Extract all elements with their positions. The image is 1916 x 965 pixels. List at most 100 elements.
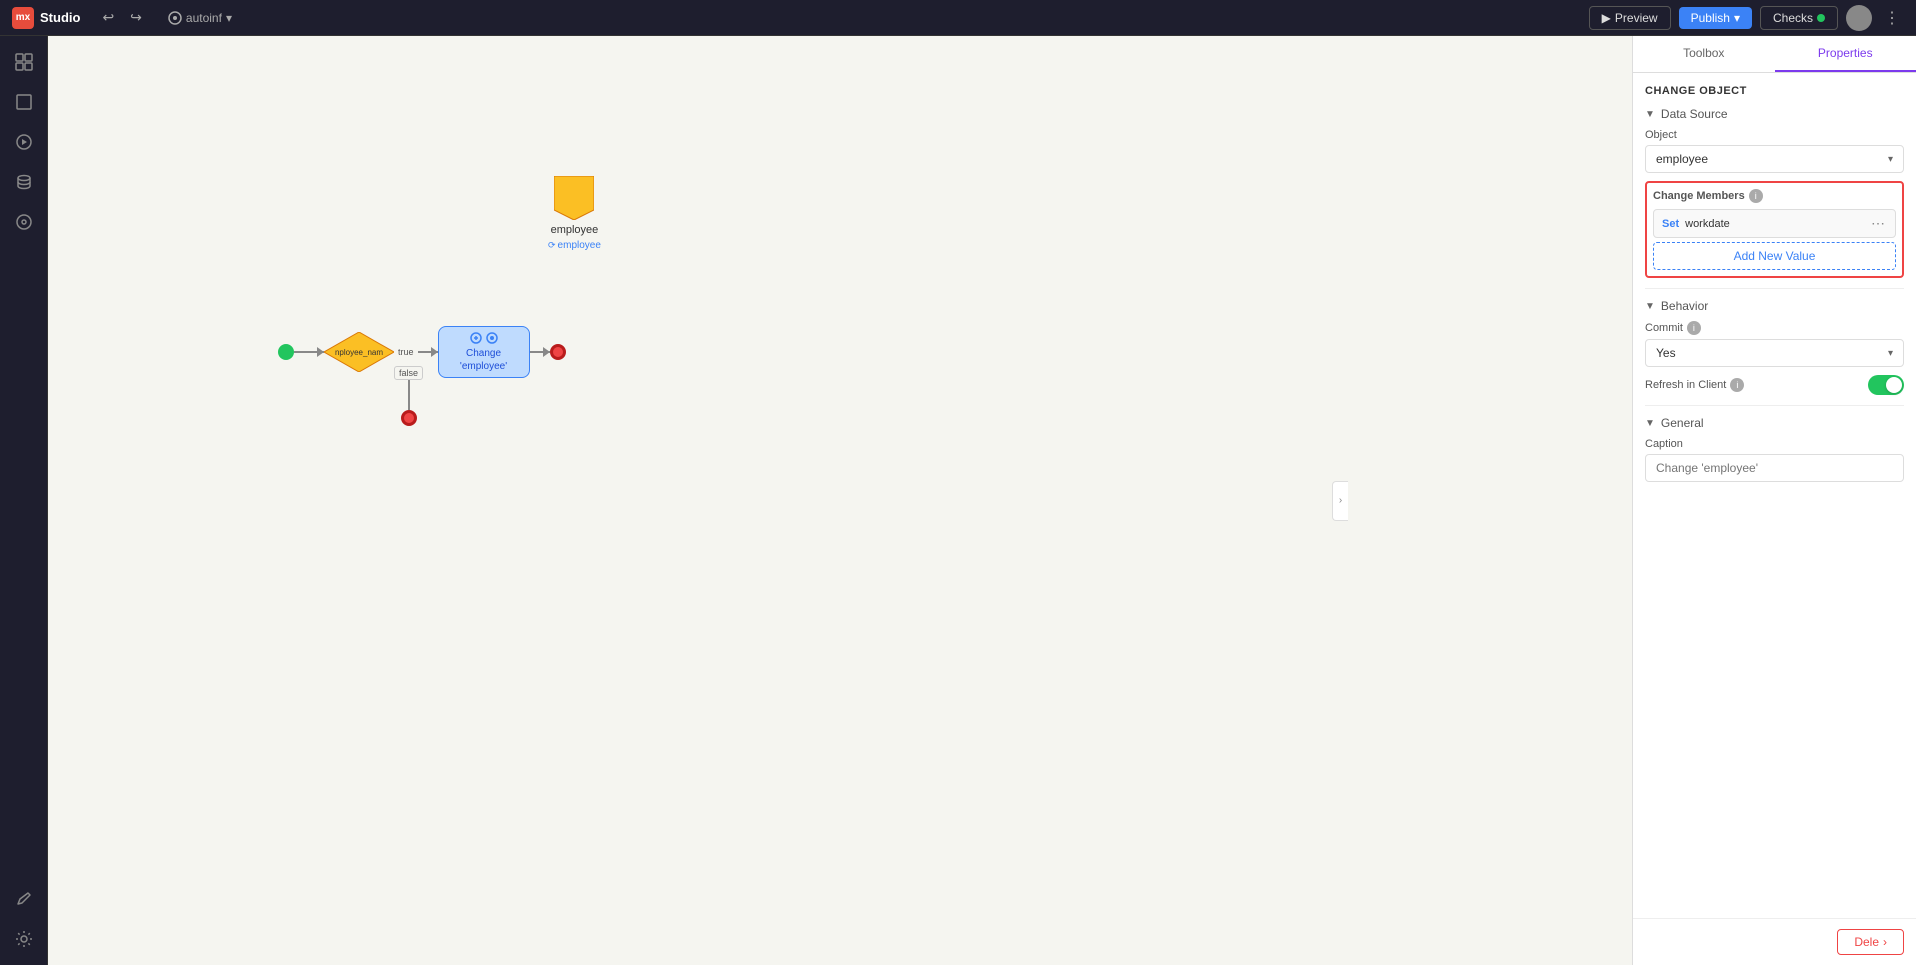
commit-info-icon[interactable]: i xyxy=(1687,321,1701,335)
false-branch-line xyxy=(408,380,410,410)
member-set-label: Set xyxy=(1662,218,1679,230)
general-section: ▼ General Caption xyxy=(1645,416,1904,482)
change-object-box[interactable]: Change 'employee' xyxy=(438,326,530,378)
false-branch: false xyxy=(394,366,423,426)
general-chevron-icon: ▼ xyxy=(1645,418,1655,429)
sidebar-item-database[interactable] xyxy=(6,164,42,200)
flow-start-node xyxy=(278,344,294,360)
panel-tabs: Toolbox Properties xyxy=(1633,36,1916,73)
commit-label-row: Commit i xyxy=(1645,321,1904,335)
undo-button[interactable]: ↩ xyxy=(96,5,120,30)
commit-field-group: Commit i Yes ▾ xyxy=(1645,321,1904,367)
svg-text:nployee_nam: nployee_nam xyxy=(335,348,383,357)
pen-icon xyxy=(15,890,33,908)
caption-input[interactable] xyxy=(1645,454,1904,482)
tab-toolbox[interactable]: Toolbox xyxy=(1633,36,1775,72)
autoinf-button[interactable]: autoinf ▾ xyxy=(160,7,240,29)
section-title: CHANGE OBJECT xyxy=(1645,85,1904,97)
caption-label: Caption xyxy=(1645,438,1904,450)
entity-employee: employee ⟳ employee xyxy=(548,176,601,251)
settings-icon xyxy=(15,930,33,948)
general-header[interactable]: ▼ General xyxy=(1645,416,1904,430)
commit-select-value: Yes xyxy=(1656,346,1676,360)
sidebar-item-pen[interactable] xyxy=(6,881,42,917)
delete-chevron-icon: › xyxy=(1883,935,1887,949)
avatar[interactable] xyxy=(1846,5,1872,31)
redo-button[interactable]: ↪ xyxy=(124,5,148,30)
sidebar-item-play[interactable] xyxy=(6,124,42,160)
member-more-button[interactable]: ⋯ xyxy=(1869,215,1887,232)
sidebar-item-structure[interactable] xyxy=(6,44,42,80)
compass-icon xyxy=(15,213,33,231)
canvas[interactable]: › employee ⟳ employee xyxy=(48,36,1632,965)
decision-diamond-wrapper: nployee_nam xyxy=(324,332,394,372)
data-source-chevron-icon: ▼ xyxy=(1645,109,1655,120)
autoinf-icon xyxy=(168,11,182,25)
structure-icon xyxy=(15,53,33,71)
panel-footer: Dele › xyxy=(1633,918,1916,965)
object-field-label: Object xyxy=(1645,129,1904,141)
main-content: › employee ⟳ employee xyxy=(0,36,1916,965)
change-box-icons xyxy=(470,332,498,344)
publish-chevron-icon: ▾ xyxy=(1734,11,1740,25)
refresh-in-client-row: Refresh in Client i xyxy=(1645,375,1904,395)
checks-status-dot xyxy=(1817,14,1825,22)
change-members-info-icon[interactable]: i xyxy=(1749,189,1763,203)
behavior-section: ▼ Behavior Commit i Yes ▾ xyxy=(1645,299,1904,395)
left-sidebar xyxy=(0,36,48,965)
change-box-line1: Change xyxy=(466,348,501,359)
publish-button[interactable]: Publish ▾ xyxy=(1679,7,1752,29)
checks-button[interactable]: Checks xyxy=(1760,6,1838,30)
change-members-header: Change Members i xyxy=(1653,189,1896,203)
pages-icon xyxy=(15,93,33,111)
member-name: workdate xyxy=(1685,218,1863,230)
decision-diamond: nployee_nam xyxy=(324,332,394,372)
commit-select[interactable]: Yes ▾ xyxy=(1645,339,1904,367)
entity-shape-icon xyxy=(554,176,594,220)
topbar: mx Studio ↩ ↪ autoinf ▾ ▶ Preview Publis… xyxy=(0,0,1916,36)
false-end-node xyxy=(401,410,417,426)
refresh-info-icon[interactable]: i xyxy=(1730,378,1744,392)
true-label: true xyxy=(394,347,418,357)
entity-label: employee xyxy=(551,224,599,236)
play-icon xyxy=(15,133,33,151)
behavior-header[interactable]: ▼ Behavior xyxy=(1645,299,1904,313)
sidebar-item-pages[interactable] xyxy=(6,84,42,120)
change-members-section: Change Members i Set workdate ⋯ Add New … xyxy=(1645,181,1904,278)
undo-redo-group: ↩ ↪ xyxy=(96,5,147,30)
preview-button[interactable]: ▶ Preview xyxy=(1589,6,1671,30)
right-panel: Toolbox Properties CHANGE OBJECT ▼ Data … xyxy=(1632,36,1916,965)
flow-arrow-1 xyxy=(294,351,324,353)
collapse-panel-button[interactable]: › xyxy=(1332,481,1348,521)
object-select-value: employee xyxy=(1656,152,1708,166)
data-source-section: ▼ Data Source Object employee ▾ Change M… xyxy=(1645,107,1904,278)
refresh-toggle[interactable] xyxy=(1868,375,1904,395)
logo-icon: mx xyxy=(12,7,34,29)
panel-body: CHANGE OBJECT ▼ Data Source Object emplo… xyxy=(1633,73,1916,918)
refresh-label: Refresh in Client xyxy=(1645,379,1726,391)
object-select[interactable]: employee ▾ xyxy=(1645,145,1904,173)
preview-play-icon: ▶ xyxy=(1602,11,1611,25)
divider-1 xyxy=(1645,288,1904,289)
divider-2 xyxy=(1645,405,1904,406)
sidebar-item-compass[interactable] xyxy=(6,204,42,240)
toggle-knob xyxy=(1886,377,1902,393)
delete-button[interactable]: Dele › xyxy=(1837,929,1904,955)
refresh-label-group: Refresh in Client i xyxy=(1645,378,1744,392)
general-label: General xyxy=(1661,416,1704,430)
tab-properties[interactable]: Properties xyxy=(1775,36,1916,72)
flow-arrow-2 xyxy=(418,351,438,353)
change-box-line2: 'employee' xyxy=(460,361,507,372)
more-options-button[interactable]: ⋮ xyxy=(1880,6,1904,30)
behavior-label: Behavior xyxy=(1661,299,1708,313)
sidebar-item-settings[interactable] xyxy=(6,921,42,957)
add-new-value-button[interactable]: Add New Value xyxy=(1653,242,1896,270)
app-title: Studio xyxy=(40,10,80,25)
data-source-label: Data Source xyxy=(1661,107,1728,121)
entity-sublabel: ⟳ employee xyxy=(548,240,601,251)
data-source-header[interactable]: ▼ Data Source xyxy=(1645,107,1904,121)
commit-label: Commit xyxy=(1645,322,1683,334)
database-icon xyxy=(15,173,33,191)
autoinf-chevron-icon: ▾ xyxy=(226,11,232,25)
app-logo: mx Studio xyxy=(12,7,80,29)
